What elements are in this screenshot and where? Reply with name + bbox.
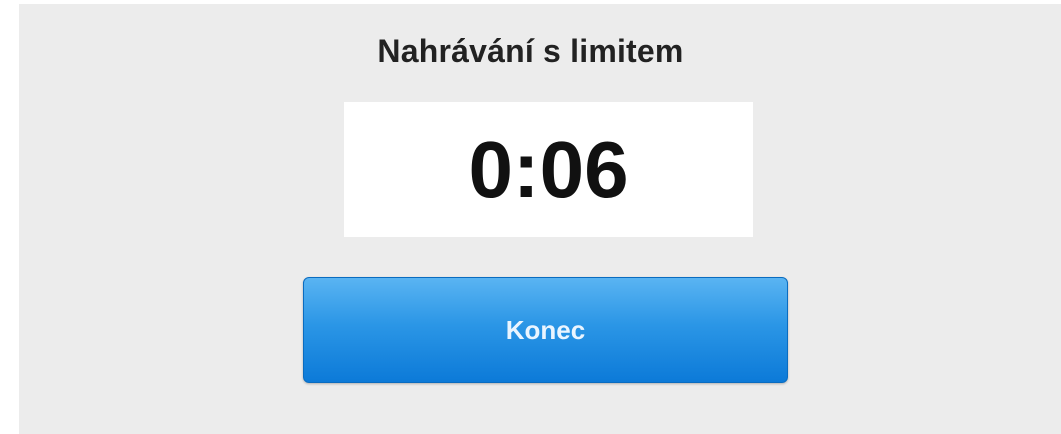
end-recording-button[interactable]: Konec <box>303 277 788 383</box>
timer-display: 0:06 <box>344 102 753 237</box>
elapsed-time: 0:06 <box>468 124 629 214</box>
recording-title: Nahrávání s limitem <box>377 33 684 69</box>
end-button-label: Konec <box>505 314 586 345</box>
